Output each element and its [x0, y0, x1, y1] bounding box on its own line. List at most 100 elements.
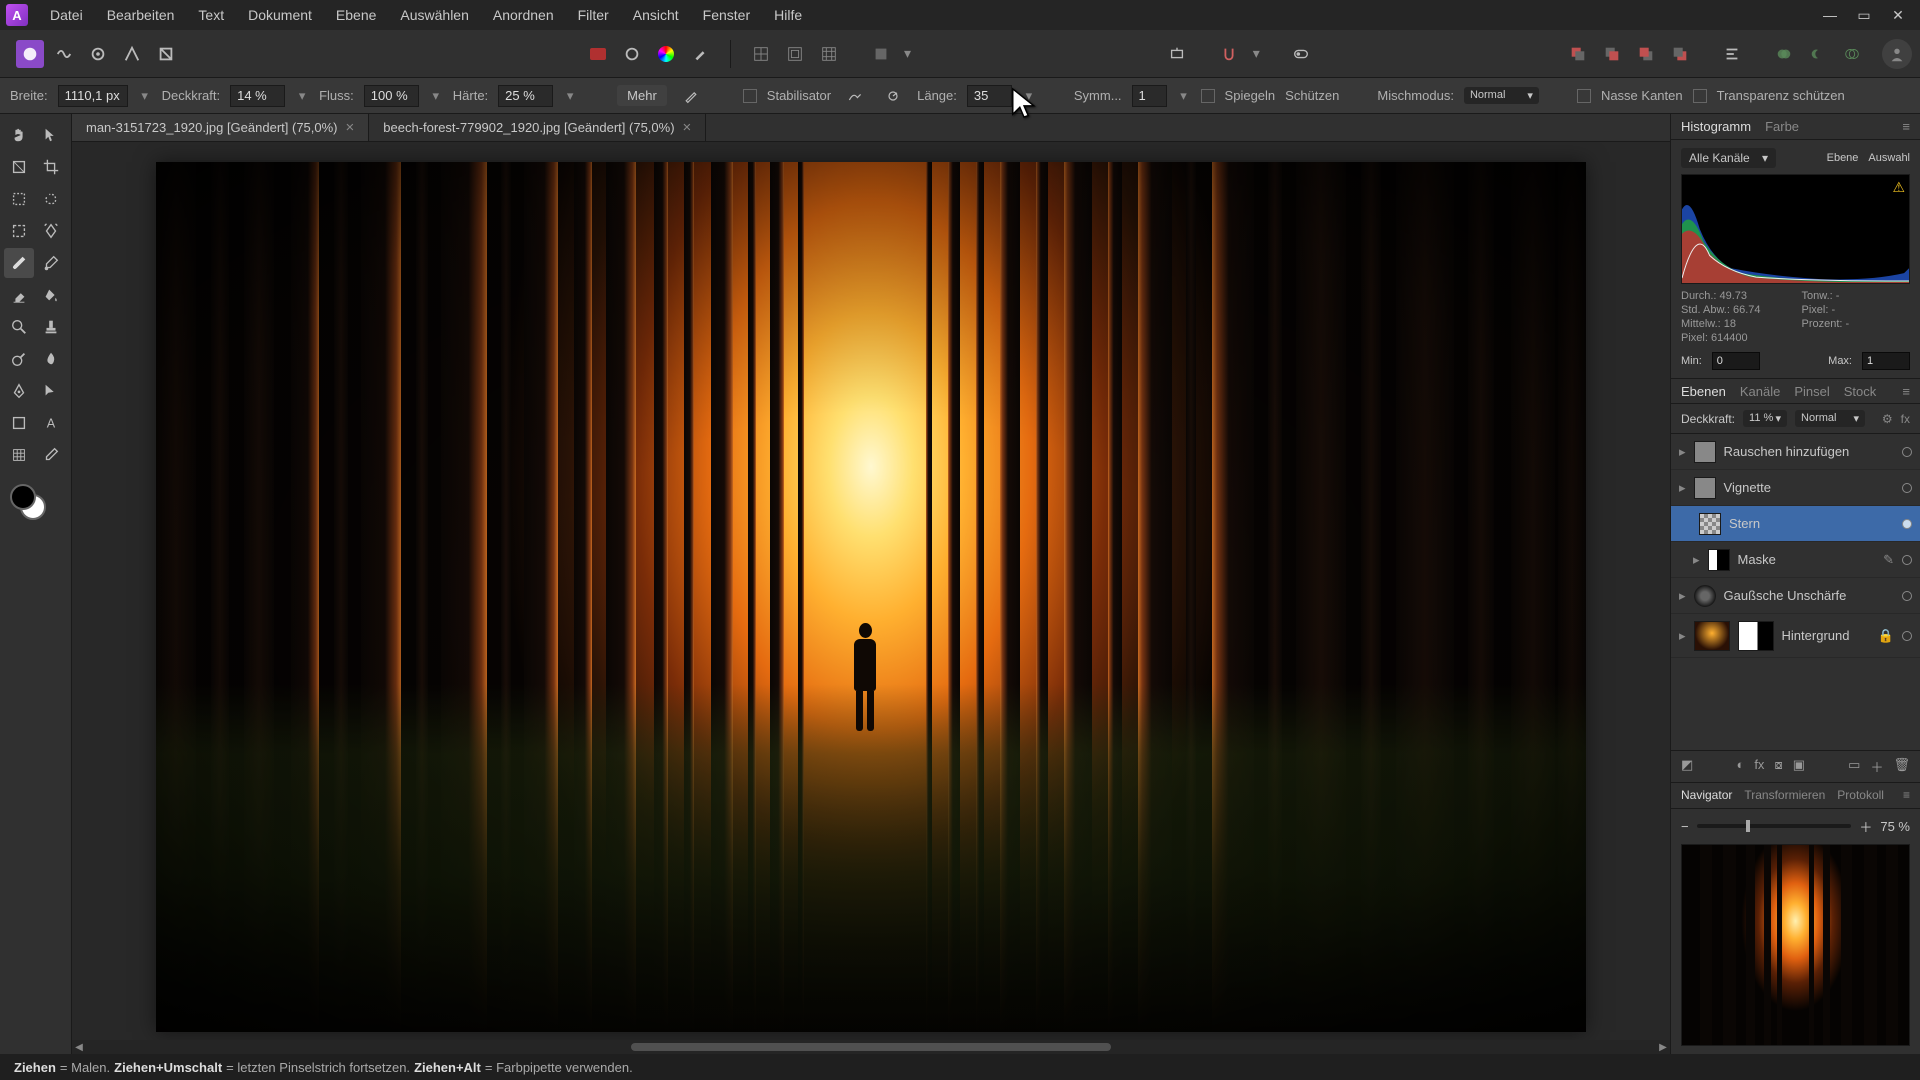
layer-row[interactable]: ▸ Gaußsche Unschärfe [1671, 578, 1920, 614]
navigator-preview[interactable] [1681, 844, 1910, 1046]
group-icon[interactable]: ▭ [1848, 757, 1860, 776]
hist-layer-toggle[interactable]: Ebene [1827, 152, 1859, 164]
lock-icon[interactable]: 🔒 [1878, 628, 1894, 644]
add-layer-icon[interactable]: ＋ [1870, 757, 1883, 776]
stabilizer-checkbox[interactable] [743, 89, 757, 103]
color-swatches[interactable] [10, 484, 46, 520]
freehand-sel-tool[interactable] [36, 184, 66, 214]
layer-bg-icon[interactable] [867, 40, 895, 68]
persona-export-button[interactable] [152, 40, 180, 68]
foreground-color-swatch[interactable] [10, 484, 36, 510]
zoom-tool[interactable] [4, 312, 34, 342]
window-maximize-button[interactable]: ▭ [1856, 7, 1872, 23]
persona-tone-button[interactable] [118, 40, 146, 68]
layer-visibility-toggle[interactable] [1902, 591, 1912, 601]
window-close-button[interactable]: ✕ [1890, 7, 1906, 23]
menu-ansicht[interactable]: Ansicht [621, 3, 691, 27]
layer-opacity-select[interactable]: 11 %▾ [1743, 410, 1787, 427]
dodge-tool[interactable] [4, 344, 34, 374]
color-wheel-icon[interactable] [652, 40, 680, 68]
menu-hilfe[interactable]: Hilfe [762, 3, 814, 27]
arrange-back-icon[interactable] [1564, 40, 1592, 68]
quickmask-icon[interactable] [1287, 40, 1315, 68]
grid-large-icon[interactable] [815, 40, 843, 68]
brushes-tab[interactable]: Pinsel [1794, 384, 1829, 399]
picker-icon[interactable] [686, 40, 714, 68]
tab-close-button[interactable]: × [683, 119, 692, 136]
move-tool[interactable] [36, 120, 66, 150]
menu-text[interactable]: Text [186, 3, 236, 27]
more-button[interactable]: Mehr [617, 85, 667, 106]
view-tool[interactable] [4, 152, 34, 182]
width-input[interactable] [58, 85, 128, 107]
chevron-down-icon[interactable]: ▾ [1249, 45, 1263, 62]
panel-menu-icon[interactable]: ≡ [1902, 384, 1910, 399]
color-replace-tool[interactable] [36, 248, 66, 278]
layer-blend-select[interactable]: Normal▾ [1795, 410, 1865, 427]
zoom-in-button[interactable]: ＋ [1859, 817, 1872, 836]
arrange-forward-icon[interactable] [1632, 40, 1660, 68]
chevron-down-icon[interactable]: ▾ [429, 88, 443, 104]
stamp-tool[interactable] [36, 312, 66, 342]
live-filter-icon[interactable]: ⧇ [1774, 757, 1782, 776]
chevron-down-icon[interactable]: ▾ [138, 88, 152, 104]
layer-visibility-toggle[interactable] [1902, 447, 1912, 457]
chevron-down-icon[interactable]: ▾ [1177, 88, 1191, 104]
max-input[interactable] [1862, 352, 1910, 370]
merge-sub-icon[interactable] [1804, 40, 1832, 68]
tab-close-button[interactable]: × [346, 119, 355, 136]
persona-photo-button[interactable] [16, 40, 44, 68]
history-tab[interactable]: Protokoll [1837, 788, 1884, 802]
mesh-tool[interactable] [4, 440, 34, 470]
layer-row[interactable]: ▸ Maske ✎ [1671, 542, 1920, 578]
user-avatar-icon[interactable] [1882, 39, 1912, 69]
window-stab-icon[interactable] [879, 82, 907, 110]
layer-row[interactable]: ▸ Hintergrund 🔒 [1671, 614, 1920, 658]
assistant-icon[interactable] [1163, 40, 1191, 68]
length-input[interactable] [967, 85, 1012, 107]
mirror-checkbox[interactable] [1201, 89, 1215, 103]
navigator-tab[interactable]: Navigator [1681, 788, 1732, 802]
horizontal-scrollbar[interactable]: ◀ ▶ [72, 1040, 1670, 1054]
expand-icon[interactable]: ▸ [1679, 480, 1686, 496]
erase-tool[interactable] [4, 280, 34, 310]
color-tab[interactable]: Farbe [1765, 119, 1799, 134]
text-tool[interactable]: A [36, 408, 66, 438]
mask-add-icon[interactable]: ▣ [1793, 757, 1805, 776]
blendmode-select[interactable]: Normal▾ [1464, 87, 1539, 104]
flood-select-tool[interactable] [36, 216, 66, 246]
align-icon[interactable] [1718, 40, 1746, 68]
histogram-tab[interactable]: Histogramm [1681, 119, 1751, 134]
delete-layer-icon[interactable]: 🗑 [1893, 757, 1910, 776]
menu-filter[interactable]: Filter [566, 3, 621, 27]
layers-tab[interactable]: Ebenen [1681, 384, 1726, 399]
panel-menu-icon[interactable]: ≡ [1902, 119, 1910, 134]
merge-int-icon[interactable] [1838, 40, 1866, 68]
circle-tool-icon[interactable] [618, 40, 646, 68]
layer-visibility-toggle[interactable] [1902, 555, 1912, 565]
menu-auswaehlen[interactable]: Auswählen [388, 3, 481, 27]
edit-icon[interactable]: ✎ [1883, 552, 1894, 568]
eyedropper-tool[interactable] [36, 440, 66, 470]
min-input[interactable] [1712, 352, 1760, 370]
menu-datei[interactable]: Datei [38, 3, 95, 27]
layer-visibility-toggle[interactable] [1902, 519, 1912, 529]
paint-brush-tool[interactable] [4, 248, 34, 278]
pen-tool[interactable] [4, 376, 34, 406]
zoom-out-button[interactable]: − [1681, 819, 1689, 834]
gear-icon[interactable]: ⚙ [1882, 412, 1893, 426]
panel-menu-icon[interactable]: ≡ [1903, 788, 1910, 802]
fx-icon[interactable]: fx [1901, 412, 1910, 426]
grid-med-icon[interactable] [781, 40, 809, 68]
menu-bearbeiten[interactable]: Bearbeiten [95, 3, 187, 27]
selection-tool[interactable] [4, 184, 34, 214]
expand-icon[interactable]: ▸ [1679, 444, 1686, 460]
marquee-tool[interactable] [4, 216, 34, 246]
opacity-input[interactable] [230, 85, 285, 107]
window-minimize-button[interactable]: — [1822, 7, 1838, 23]
channels-tab[interactable]: Kanäle [1740, 384, 1780, 399]
flow-input[interactable] [364, 85, 419, 107]
rope-stab-icon[interactable] [841, 82, 869, 110]
layer-visibility-toggle[interactable] [1902, 483, 1912, 493]
crop-tool[interactable] [36, 152, 66, 182]
